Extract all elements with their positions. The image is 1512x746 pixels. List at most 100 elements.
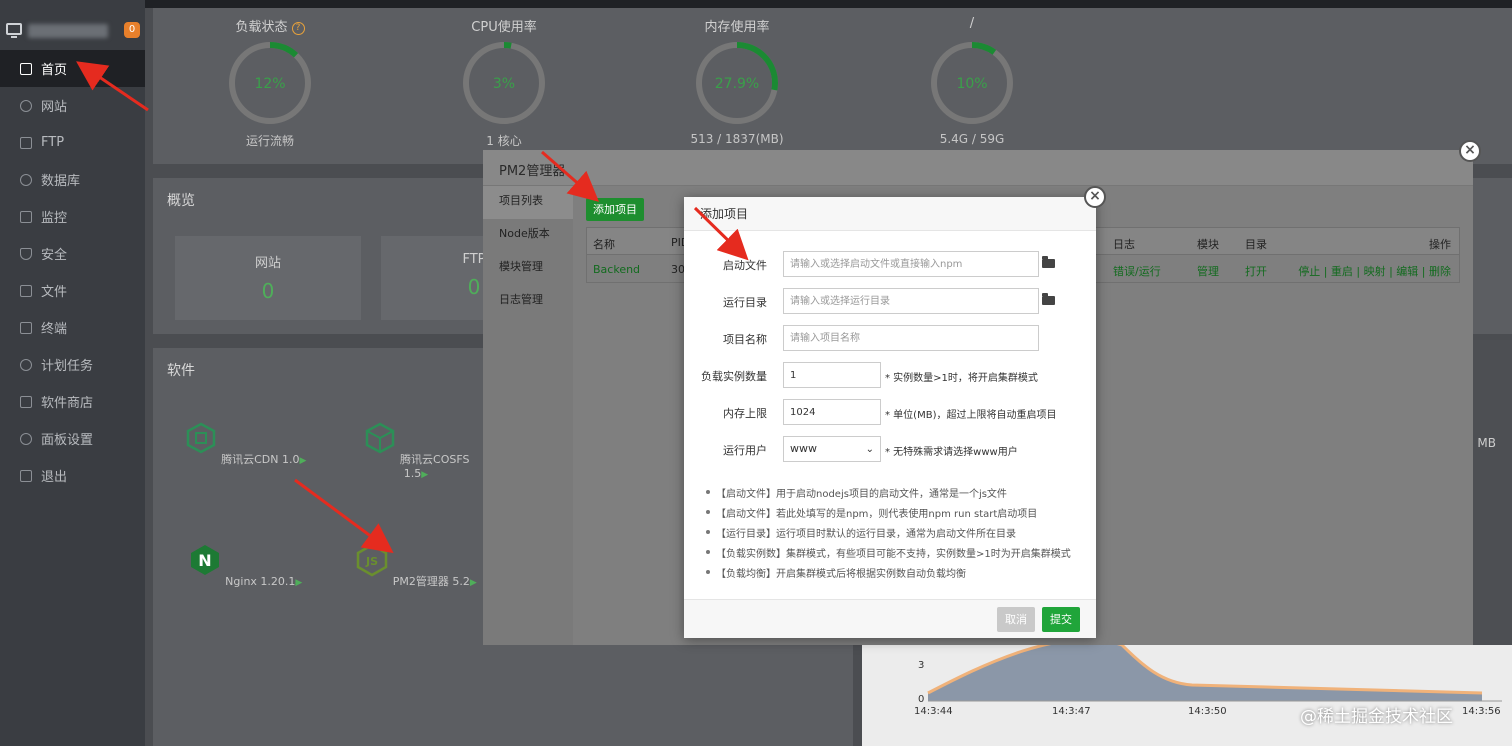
software-pm2[interactable]: JS PM2管理器 5.2▶ bbox=[351, 543, 481, 589]
sidebar-item-settings[interactable]: 面板设置 bbox=[0, 420, 145, 457]
software-nginx[interactable]: N Nginx 1.20.1▶ bbox=[180, 543, 310, 588]
svg-text:N: N bbox=[198, 551, 211, 570]
field-startup-file: 启动文件 bbox=[684, 251, 1096, 277]
column-header: 目录 bbox=[1245, 238, 1267, 251]
sidebar-item-files[interactable]: 文件 bbox=[0, 272, 145, 309]
tip-item: 【负载均衡】开启集群模式后将根据实例数自动负载均衡 bbox=[706, 565, 1086, 585]
x-tick-label: 14:3:56 bbox=[1462, 706, 1501, 717]
gauge-ring: 12% bbox=[229, 42, 311, 124]
cancel-button[interactable]: 取消 bbox=[997, 607, 1035, 632]
column-header: 日志 bbox=[1113, 238, 1135, 251]
database-icon bbox=[20, 173, 32, 186]
gauge-value: 27.9% bbox=[715, 76, 759, 92]
svg-text:JS: JS bbox=[365, 555, 378, 568]
open-dir-link[interactable]: 打开 bbox=[1245, 263, 1267, 279]
folder-icon bbox=[20, 284, 32, 297]
play-icon: ▶ bbox=[295, 578, 303, 588]
play-icon: ▶ bbox=[469, 578, 477, 588]
field-label: 运行用户 bbox=[723, 444, 767, 457]
pm2-close-icon[interactable]: × bbox=[1459, 140, 1481, 162]
cdn-icon bbox=[186, 422, 215, 454]
gauge-load: 负载状态? 12% 运行流畅 bbox=[215, 16, 325, 149]
sidebar-item-label: 监控 bbox=[41, 211, 68, 226]
sidebar: 0 首页 网站 FTP 数据库 监控 安全 文件 终端 计划任务 软件商店 面板… bbox=[0, 0, 145, 746]
sidebar-header: 0 bbox=[4, 20, 144, 42]
module-link[interactable]: 管理 bbox=[1197, 263, 1219, 279]
tab-project-list[interactable]: 项目列表 bbox=[483, 186, 573, 219]
field-label: 运行目录 bbox=[723, 296, 767, 309]
software-tencent-cdn[interactable]: 腾讯云CDN 1.0▶ bbox=[180, 421, 310, 467]
gauge-sub: 5.4G / 59G bbox=[939, 132, 1005, 146]
sidebar-item-label: 首页 bbox=[41, 63, 68, 78]
tab-module-manage[interactable]: 模块管理 bbox=[483, 252, 573, 285]
row-actions[interactable]: 停止 | 重启 | 映射 | 编辑 | 删除 bbox=[1298, 263, 1451, 279]
sidebar-item-monitor[interactable]: 监控 bbox=[0, 198, 145, 235]
column-header: 模块 bbox=[1197, 238, 1219, 251]
stat-value: 0 bbox=[261, 279, 275, 303]
run-dir-input[interactable] bbox=[783, 288, 1039, 314]
gauge-sub: 1 核心 bbox=[486, 134, 522, 148]
add-project-button[interactable]: 添加项目 bbox=[586, 198, 644, 221]
software-label: PM2管理器 5.2 bbox=[392, 575, 470, 588]
gauge-ring: 3% bbox=[463, 42, 545, 124]
software-label: 腾讯云COSFS 1.5 bbox=[400, 453, 470, 480]
traffic-chart-svg bbox=[927, 645, 1502, 702]
sidebar-item-label: 网站 bbox=[41, 100, 68, 115]
home-icon bbox=[20, 62, 32, 75]
log-link[interactable]: 错误/运行 bbox=[1113, 263, 1161, 279]
run-user-select[interactable]: www ⌄ bbox=[783, 436, 881, 462]
notification-badge[interactable]: 0 bbox=[124, 22, 140, 38]
gauge-sub: 运行流畅 bbox=[245, 134, 294, 148]
submit-button[interactable]: 提交 bbox=[1042, 607, 1080, 632]
field-label: 启动文件 bbox=[723, 259, 767, 272]
sidebar-item-terminal[interactable]: 终端 bbox=[0, 309, 145, 346]
traffic-chart: 3 0 14:3:44 14:3:47 14:3:50 14:3:56 bbox=[862, 645, 1512, 746]
sidebar-item-logout[interactable]: 退出 bbox=[0, 457, 145, 494]
folder-open-icon[interactable] bbox=[1042, 256, 1055, 268]
sidebar-item-label: 终端 bbox=[41, 322, 68, 337]
pm2-title: PM2管理器 bbox=[499, 164, 566, 179]
modal-close-icon[interactable]: × bbox=[1084, 186, 1106, 208]
cube-icon bbox=[365, 422, 394, 454]
sidebar-item-cron[interactable]: 计划任务 bbox=[0, 346, 145, 383]
stat-website[interactable]: 网站 0 bbox=[175, 236, 361, 320]
sidebar-item-ftp[interactable]: FTP bbox=[0, 124, 145, 161]
sidebar-item-database[interactable]: 数据库 bbox=[0, 161, 145, 198]
gauge-label: / bbox=[969, 16, 975, 31]
gear-icon bbox=[20, 432, 32, 445]
play-icon: ▶ bbox=[299, 456, 307, 466]
folder-open-icon[interactable] bbox=[1042, 293, 1055, 305]
field-label: 项目名称 bbox=[723, 333, 767, 346]
tip-item: 【负载实例数】集群模式，有些项目可能不支持，实例数量>1时为开启集群模式 bbox=[706, 545, 1086, 565]
instances-input[interactable] bbox=[783, 362, 881, 388]
gauge-sub: 513 / 1837(MB) bbox=[690, 132, 784, 146]
sidebar-item-security[interactable]: 安全 bbox=[0, 235, 145, 272]
software-label: 腾讯云CDN 1.0 bbox=[221, 453, 300, 466]
project-name-input[interactable] bbox=[783, 325, 1039, 351]
sidebar-item-website[interactable]: 网站 bbox=[0, 87, 145, 124]
help-icon[interactable]: ? bbox=[291, 22, 305, 35]
sidebar-item-label: 面板设置 bbox=[41, 433, 94, 448]
y-tick-label: 0 bbox=[918, 694, 925, 705]
project-name[interactable]: Backend bbox=[593, 263, 640, 276]
gauge-label: 负载状态 bbox=[235, 20, 288, 35]
tab-log-manage[interactable]: 日志管理 bbox=[483, 285, 573, 318]
nodejs-icon: JS bbox=[356, 543, 388, 577]
field-run-dir: 运行目录 bbox=[684, 288, 1096, 314]
gauge-cpu: CPU使用率 3% 1 核心 bbox=[449, 16, 559, 149]
sidebar-item-label: 计划任务 bbox=[41, 359, 94, 374]
logout-icon bbox=[20, 469, 32, 482]
software-tencent-cosfs[interactable]: 腾讯云COSFS 1.5▶ bbox=[351, 421, 481, 480]
modal-title: 添加项目 bbox=[684, 197, 1096, 231]
sidebar-nav: 首页 网站 FTP 数据库 监控 安全 文件 终端 计划任务 软件商店 面板设置… bbox=[0, 50, 145, 494]
gauge-value: 3% bbox=[493, 76, 515, 92]
software-label: Nginx 1.20.1 bbox=[225, 575, 296, 588]
sidebar-item-label: 数据库 bbox=[41, 174, 81, 189]
sidebar-item-home[interactable]: 首页 bbox=[0, 50, 145, 87]
startup-file-input[interactable] bbox=[783, 251, 1039, 277]
memory-limit-input[interactable] bbox=[783, 399, 881, 425]
field-label: 负载实例数量 bbox=[701, 370, 767, 383]
sidebar-item-label: 退出 bbox=[41, 470, 68, 485]
tab-node-version[interactable]: Node版本 bbox=[483, 219, 573, 252]
sidebar-item-store[interactable]: 软件商店 bbox=[0, 383, 145, 420]
